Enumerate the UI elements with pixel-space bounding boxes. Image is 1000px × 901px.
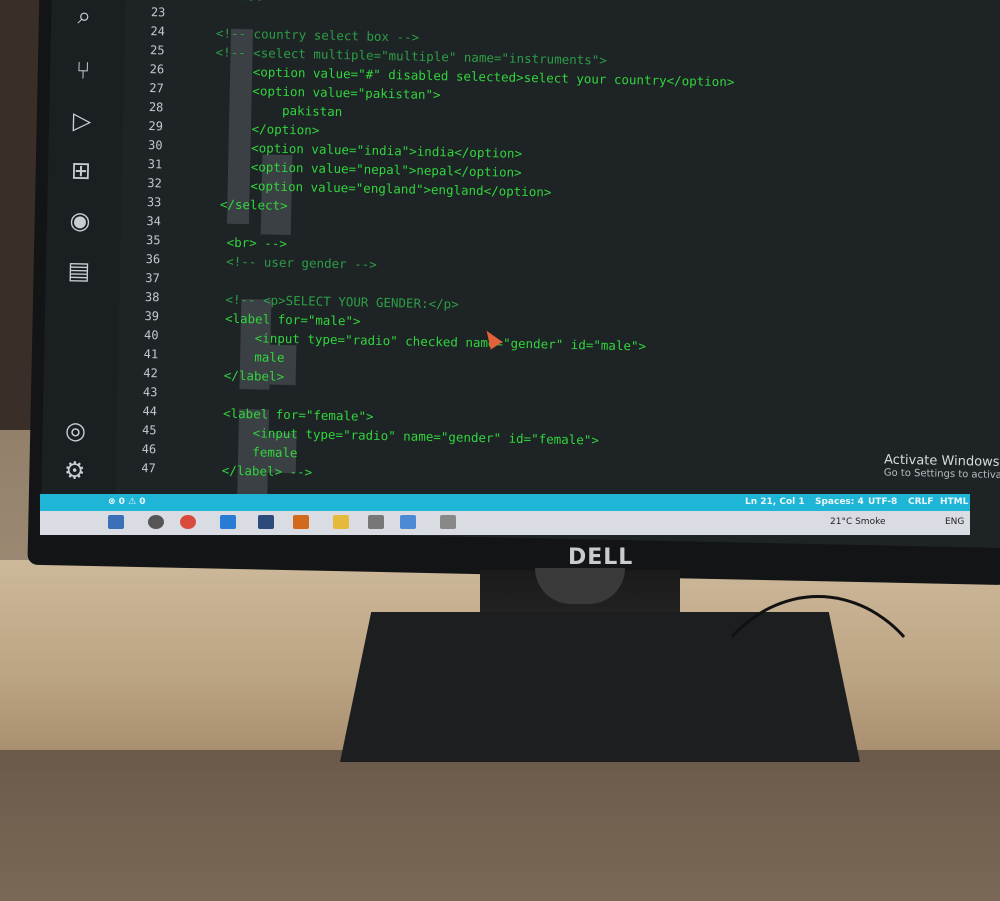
activate-windows-watermark: Activate Windows Go to Settings to activ… <box>884 453 1000 481</box>
problems-indicator[interactable]: ⊗ 0 ⚠ 0 <box>108 497 146 507</box>
code-editor[interactable]: <label> <!-- country select box --> <!--… <box>173 0 1000 515</box>
line-number: 23 <box>125 5 165 20</box>
search-icon[interactable]: ⌕ <box>67 0 102 31</box>
file-explorer-icon[interactable] <box>333 515 349 529</box>
indentation[interactable]: Spaces: 4 <box>815 497 864 507</box>
line-number: 31 <box>122 157 162 172</box>
line-number: 28 <box>123 100 163 115</box>
code-line[interactable]: <!-- <p>SELECT YOUR GENDER:</p> <box>195 291 459 312</box>
line-number: 29 <box>123 119 163 134</box>
code-line[interactable]: </select> <box>197 196 288 213</box>
code-line[interactable]: female <box>192 443 298 460</box>
line-number: 43 <box>117 384 157 399</box>
code-line[interactable]: <option value="england">england</option> <box>198 177 552 199</box>
code-line[interactable]: pakistan <box>199 101 342 119</box>
line-number: 38 <box>119 289 159 304</box>
line-number: 32 <box>122 176 162 191</box>
search-icon[interactable] <box>148 515 164 529</box>
line-number: 44 <box>117 403 157 418</box>
illustrator-icon[interactable] <box>293 515 309 529</box>
line-number: 39 <box>119 308 159 323</box>
line-number: 24 <box>125 24 165 39</box>
dell-logo: DELL <box>568 545 633 570</box>
line-number: 35 <box>120 232 160 247</box>
line-number: 27 <box>124 81 164 96</box>
code-line[interactable]: <!-- user gender --> <box>196 253 377 272</box>
line-number: 36 <box>120 251 160 266</box>
vscode-icon[interactable] <box>400 515 416 529</box>
line-number-gutter: 2223242526272829303132333435363738394041… <box>115 0 184 498</box>
photos-icon[interactable] <box>368 515 384 529</box>
account-icon[interactable]: ◎ <box>58 415 93 446</box>
gear-icon[interactable]: ⚙ <box>57 455 92 486</box>
cable <box>690 595 946 901</box>
edge-icon[interactable] <box>220 515 236 529</box>
encoding[interactable]: UTF-8 <box>868 497 897 507</box>
live-share-icon[interactable]: ◉ <box>63 205 98 236</box>
monitor-screen: ⌕ ⑂ ▷ ⊞ ◉ ▤ ◎ ⚙ 222324252627282930313233… <box>41 0 1000 548</box>
start-icon[interactable] <box>108 515 124 529</box>
notebook-icon[interactable]: ▤ <box>62 255 97 286</box>
line-number: 41 <box>118 346 158 361</box>
chrome-icon[interactable] <box>180 515 196 529</box>
line-number: 42 <box>118 365 158 380</box>
weather-widget[interactable]: 21°C Smoke <box>830 517 886 527</box>
extensions-icon[interactable]: ⊞ <box>64 155 99 186</box>
app-icon[interactable] <box>440 515 456 529</box>
run-debug-icon[interactable]: ▷ <box>65 105 100 136</box>
line-number: 37 <box>120 270 160 285</box>
end-of-line[interactable]: CRLF <box>908 497 933 507</box>
code-line[interactable]: <label for="male"> <box>195 310 361 328</box>
line-number: 46 <box>116 441 156 456</box>
line-number: 25 <box>124 43 164 58</box>
language-indicator[interactable]: ENG <box>945 517 964 527</box>
activity-bar: ⌕ ⑂ ▷ ⊞ ◉ ▤ ◎ ⚙ <box>41 0 126 511</box>
line-number: 34 <box>121 213 161 228</box>
code-line[interactable]: <label> <box>202 0 278 4</box>
source-control-icon[interactable]: ⑂ <box>66 55 101 86</box>
cursor-position[interactable]: Ln 21, Col 1 <box>745 497 805 507</box>
code-line[interactable]: <label for="female"> <box>193 405 374 424</box>
line-number: 47 <box>116 460 156 475</box>
line-number: 45 <box>116 422 156 437</box>
line-number: 33 <box>121 195 161 210</box>
windows-taskbar: 21°C Smoke ENG <box>40 511 970 535</box>
status-bar: ⊗ 0 ⚠ 0 Ln 21, Col 1 Spaces: 4 UTF-8 CRL… <box>40 494 970 511</box>
line-number: 40 <box>118 327 158 342</box>
code-line[interactable]: </option> <box>199 120 320 138</box>
code-line[interactable]: </label> <box>194 367 285 384</box>
line-number: 30 <box>122 138 162 153</box>
code-line[interactable]: </label> --> <box>192 462 313 480</box>
language-mode[interactable]: HTML <box>940 497 968 507</box>
line-number: 26 <box>124 62 164 77</box>
code-line[interactable]: male <box>194 348 285 365</box>
photoshop-icon[interactable] <box>258 515 274 529</box>
code-line[interactable]: <br> --> <box>196 234 287 251</box>
